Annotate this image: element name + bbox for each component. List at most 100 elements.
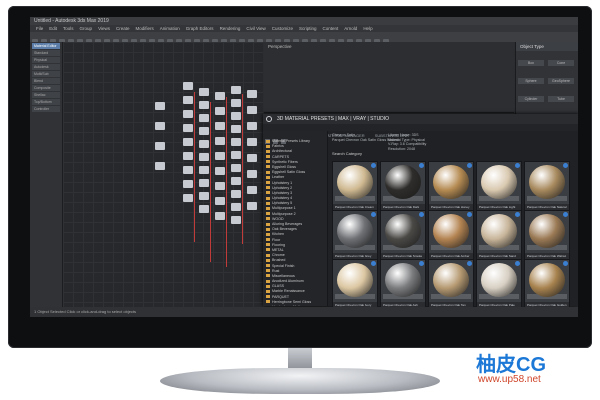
menu-item[interactable]: Tools: [63, 26, 74, 31]
menu-item[interactable]: Civil View: [246, 26, 265, 31]
graph-node[interactable]: [215, 107, 225, 115]
info-badge-icon[interactable]: [419, 261, 424, 266]
graph-node[interactable]: [247, 122, 257, 130]
explorer-item[interactable]: Autodesk: [32, 64, 60, 70]
info-badge-icon[interactable]: [371, 163, 376, 168]
material-tile[interactable]: Parquet Chevron Oak Sand: [476, 210, 522, 260]
material-tile[interactable]: Parquet Chevron Oak Dark: [380, 161, 426, 211]
material-tile[interactable]: Parquet Chevron Oak Pale: [476, 259, 522, 309]
material-tile[interactable]: Parquet Chevron Oak Tan: [428, 259, 474, 309]
menu-item[interactable]: Create: [116, 26, 130, 31]
material-tile[interactable]: Parquet Chevron Oak Smoke: [380, 210, 426, 260]
graph-node[interactable]: [155, 122, 165, 130]
graph-node[interactable]: [231, 151, 241, 159]
menu-item[interactable]: Modifiers: [136, 26, 154, 31]
explorer-item[interactable]: Blend: [32, 78, 60, 84]
create-button[interactable]: Cone: [548, 60, 574, 66]
explorer-item[interactable]: Top/Bottom: [32, 99, 60, 105]
info-badge-icon[interactable]: [371, 212, 376, 217]
graph-node[interactable]: [199, 101, 209, 109]
create-button[interactable]: GeoSphere: [548, 78, 574, 84]
create-button[interactable]: Sphere: [518, 78, 544, 84]
graph-node[interactable]: [199, 114, 209, 122]
graph-node[interactable]: [231, 203, 241, 211]
explorer-item[interactable]: Standard: [32, 50, 60, 56]
info-badge-icon[interactable]: [419, 212, 424, 217]
graph-node[interactable]: [155, 162, 165, 170]
graph-node[interactable]: [231, 216, 241, 224]
material-tile[interactable]: Parquet Chevron Oak Light: [476, 161, 522, 211]
explorer-item[interactable]: Multi/Sub: [32, 71, 60, 77]
info-badge-icon[interactable]: [515, 261, 520, 266]
graph-node[interactable]: [155, 102, 165, 110]
menu-item[interactable]: Group: [80, 26, 93, 31]
graph-node[interactable]: [215, 167, 225, 175]
info-badge-icon[interactable]: [563, 212, 568, 217]
graph-node[interactable]: [247, 138, 257, 146]
material-tile[interactable]: Parquet Chevron Oak Ivory: [332, 259, 378, 309]
search-category-label[interactable]: Search Category: [332, 151, 362, 156]
create-button[interactable]: Cylinder: [518, 96, 544, 102]
menu-item[interactable]: Arnold: [344, 26, 357, 31]
graph-node[interactable]: [215, 92, 225, 100]
viewport[interactable]: Perspective: [264, 42, 514, 113]
graph-node[interactable]: [215, 122, 225, 130]
graph-node[interactable]: [231, 177, 241, 185]
graph-node[interactable]: [199, 88, 209, 96]
graph-node[interactable]: [199, 140, 209, 148]
create-button[interactable]: Box: [518, 60, 544, 66]
graph-node[interactable]: [231, 112, 241, 120]
graph-node[interactable]: [215, 212, 225, 220]
graph-node[interactable]: [247, 154, 257, 162]
material-tile[interactable]: Parquet Chevron Oak Amber: [428, 210, 474, 260]
material-tile[interactable]: Parquet Chevron Oak Natural: [524, 161, 570, 211]
material-tile[interactable]: Parquet Chevron Oak Cream: [332, 161, 378, 211]
graph-node[interactable]: [155, 142, 165, 150]
info-badge-icon[interactable]: [467, 212, 472, 217]
graph-node[interactable]: [199, 153, 209, 161]
graph-node[interactable]: [183, 96, 193, 104]
menu-item[interactable]: Help: [363, 26, 372, 31]
info-badge-icon[interactable]: [371, 261, 376, 266]
material-tile[interactable]: Parquet Chevron Oak Grey: [332, 210, 378, 260]
explorer-item[interactable]: Physical: [32, 57, 60, 63]
graph-node[interactable]: [231, 138, 241, 146]
graph-node[interactable]: [215, 152, 225, 160]
menu-item[interactable]: File: [36, 26, 43, 31]
graph-node[interactable]: [183, 138, 193, 146]
info-badge-icon[interactable]: [467, 163, 472, 168]
menu-item[interactable]: Content: [323, 26, 339, 31]
graph-node[interactable]: [199, 192, 209, 200]
explorer-item[interactable]: Controller: [32, 106, 60, 112]
graph-node[interactable]: [199, 179, 209, 187]
graph-node[interactable]: [183, 180, 193, 188]
graph-node[interactable]: [231, 190, 241, 198]
graph-node[interactable]: [199, 205, 209, 213]
graph-node[interactable]: [247, 90, 257, 98]
graph-node[interactable]: [183, 152, 193, 160]
info-badge-icon[interactable]: [515, 163, 520, 168]
menu-item[interactable]: Rendering: [220, 26, 241, 31]
graph-node[interactable]: [231, 125, 241, 133]
info-badge-icon[interactable]: [419, 163, 424, 168]
menu-item[interactable]: Graph Editors: [186, 26, 214, 31]
graph-node[interactable]: [247, 202, 257, 210]
graph-node[interactable]: [183, 124, 193, 132]
info-badge-icon[interactable]: [563, 261, 568, 266]
menu-item[interactable]: Views: [98, 26, 110, 31]
graph-node[interactable]: [215, 137, 225, 145]
tree-item[interactable]: Herringbone Matt: [263, 305, 327, 306]
material-tile[interactable]: Parquet Chevron Oak Ash: [380, 259, 426, 309]
graph-node[interactable]: [183, 166, 193, 174]
graph-node[interactable]: [247, 170, 257, 178]
graph-node[interactable]: [183, 82, 193, 90]
library-tree[interactable]: Material Presets Library Fabrics Architect…: [263, 131, 328, 306]
main-toolbar[interactable]: [30, 32, 578, 45]
scene-explorer[interactable]: Material Editor Standard Physical Autodesk M…: [30, 42, 63, 307]
menu-item[interactable]: Animation: [160, 26, 180, 31]
node-graph[interactable]: [63, 42, 263, 307]
explorer-item[interactable]: Composite: [32, 85, 60, 91]
create-button[interactable]: Tube: [548, 96, 574, 102]
graph-node[interactable]: [183, 194, 193, 202]
menu-item[interactable]: Scripting: [299, 26, 317, 31]
